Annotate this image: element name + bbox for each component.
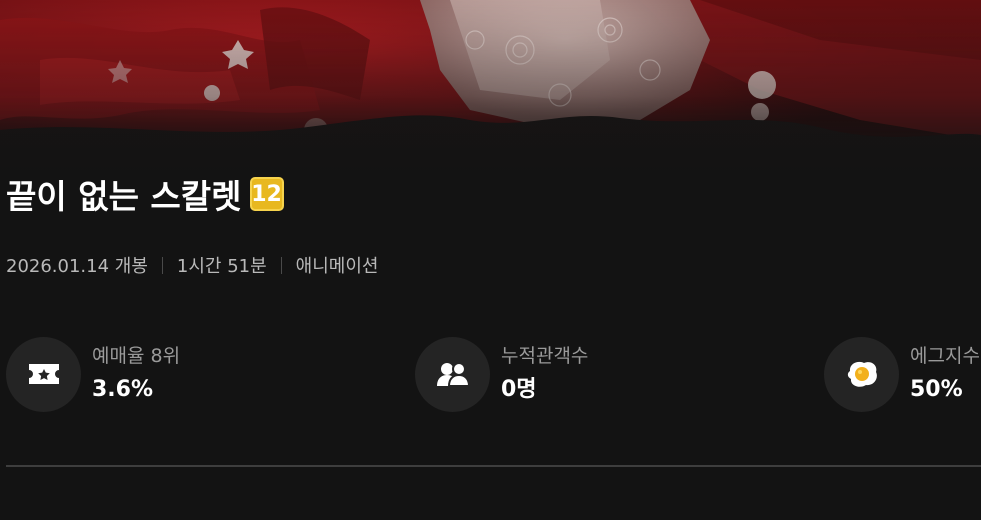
movie-title: 끝이 없는 스칼렛 (6, 177, 242, 216)
stat-value: 0명 (501, 377, 537, 402)
release-date: 2026.01.14 개봉 (6, 256, 148, 277)
stat-value: 50% (910, 377, 963, 402)
movie-meta: 2026.01.14 개봉 1시간 51분 애니메이션 (6, 253, 378, 277)
runtime: 1시간 51분 (176, 256, 267, 277)
meta-divider (280, 256, 282, 274)
stat-value: 3.6% (92, 377, 154, 402)
egg-icon (824, 336, 899, 412)
stat-label: 에그지수 (910, 345, 980, 367)
movie-title-row: 끝이 없는 스칼렛 12 (6, 172, 284, 216)
section-divider (6, 465, 981, 467)
stat-audience: 누적관객수 0명 (415, 336, 588, 412)
stat-label: 예매율 8위 (92, 345, 181, 367)
age-rating-badge: 12 (249, 177, 284, 211)
meta-divider (161, 256, 163, 274)
stat-label: 누적관객수 (501, 345, 589, 367)
poster-banner-image (0, 0, 981, 175)
movie-detail-page: 끝이 없는 스칼렛 12 2026.01.14 개봉 1시간 51분 애니메이션… (0, 0, 981, 520)
stat-reservation-rate: 예매율 8위 3.6% (6, 336, 180, 412)
genre: 애니메이션 (295, 256, 379, 277)
stat-egg-index: 에그지수 50% (824, 336, 980, 412)
ticket-icon (6, 336, 81, 412)
audience-icon (415, 336, 490, 412)
